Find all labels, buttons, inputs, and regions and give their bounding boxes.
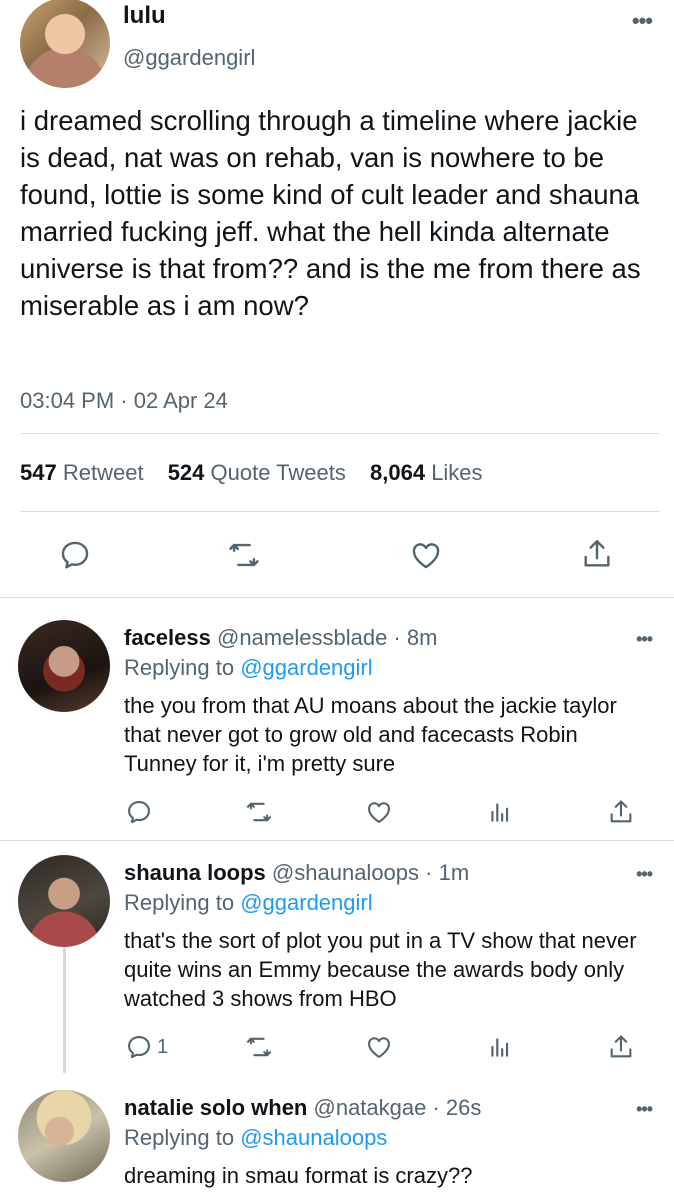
reply-tweet[interactable]: shauna loops @shaunaloops · 1m ••• Reply… — [0, 841, 674, 1073]
reply-author-name[interactable]: shauna loops — [124, 860, 266, 885]
thread-line — [63, 946, 66, 1073]
like-icon[interactable] — [408, 538, 444, 572]
retweet-stat[interactable]: 547 Retweet — [20, 460, 162, 485]
reply-text: that's the sort of plot you put in a TV … — [124, 928, 643, 1011]
more-options-icon[interactable]: ••• — [632, 10, 653, 32]
author-name[interactable]: lulu — [123, 2, 166, 30]
reply-author-name[interactable]: natalie solo when — [124, 1095, 307, 1120]
share-icon[interactable] — [607, 1032, 635, 1062]
tweet-text: i dreamed scrolling through a timeline w… — [20, 105, 649, 321]
more-options-icon[interactable]: ••• — [636, 865, 653, 883]
analytics-icon[interactable] — [487, 798, 513, 826]
reply-text: the you from that AU moans about the jac… — [124, 693, 623, 776]
likes-stat[interactable]: 8,064 Likes — [370, 460, 501, 485]
reply-tweet[interactable]: faceless @namelessblade · 8m ••• Replyin… — [0, 598, 674, 840]
replying-to-link[interactable]: @shaunaloops — [240, 1125, 387, 1150]
retweet-icon[interactable] — [244, 1033, 274, 1061]
reply-author-handle[interactable]: @natakgae — [314, 1095, 427, 1120]
tweet-stats: 547 Retweet 524 Quote Tweets 8,064 Likes — [20, 460, 501, 486]
replying-to: Replying to @ggardengirl — [124, 655, 373, 680]
reply-header: natalie solo when @natakgae · 26s — [124, 1095, 482, 1120]
more-options-icon[interactable]: ••• — [636, 630, 653, 648]
share-icon[interactable] — [607, 797, 635, 827]
reply-tweet[interactable]: natalie solo when @natakgae · 26s ••• Re… — [0, 1073, 674, 1200]
reply-author-handle[interactable]: @shaunaloops — [272, 860, 419, 885]
quote-tweets-stat[interactable]: 524 Quote Tweets — [168, 460, 364, 485]
reply-icon[interactable]: 1 — [125, 1033, 168, 1061]
reply-icon[interactable] — [58, 538, 92, 572]
like-icon[interactable] — [364, 798, 394, 826]
like-icon[interactable] — [364, 1033, 394, 1061]
reply-count: 1 — [157, 1035, 169, 1058]
main-tweet: lulu @ggardengirl ••• i dreamed scrollin… — [0, 0, 674, 598]
replying-to-link[interactable]: @ggardengirl — [240, 655, 372, 680]
reply-text: dreaming in smau format is crazy?? — [124, 1163, 473, 1188]
tweet-actions — [0, 528, 674, 578]
reply-time[interactable]: 1m — [439, 860, 470, 885]
retweet-icon[interactable] — [226, 538, 262, 572]
replying-to: Replying to @ggardengirl — [124, 890, 373, 915]
author-handle[interactable]: @ggardengirl — [123, 45, 255, 71]
tweet-timestamp[interactable]: 03:04 PM · 02 Apr 24 — [20, 388, 228, 414]
reply-header: faceless @namelessblade · 8m — [124, 625, 438, 650]
retweet-icon[interactable] — [244, 798, 274, 826]
more-options-icon[interactable]: ••• — [636, 1100, 653, 1118]
replying-to-link[interactable]: @ggardengirl — [240, 890, 372, 915]
reply-time[interactable]: 26s — [446, 1095, 481, 1120]
reply-author-handle[interactable]: @namelessblade — [217, 625, 387, 650]
analytics-icon[interactable] — [487, 1033, 513, 1061]
reply-header: shauna loops @shaunaloops · 1m — [124, 860, 470, 885]
share-icon[interactable] — [580, 536, 614, 572]
reply-avatar[interactable] — [18, 1090, 110, 1182]
reply-avatar[interactable] — [18, 620, 110, 712]
main-avatar[interactable] — [20, 0, 110, 88]
reply-time[interactable]: 8m — [407, 625, 438, 650]
reply-icon[interactable] — [125, 798, 157, 826]
replying-to: Replying to @shaunaloops — [124, 1125, 388, 1150]
reply-avatar[interactable] — [18, 855, 110, 947]
reply-author-name[interactable]: faceless — [124, 625, 211, 650]
divider — [20, 433, 660, 434]
divider — [20, 511, 660, 512]
